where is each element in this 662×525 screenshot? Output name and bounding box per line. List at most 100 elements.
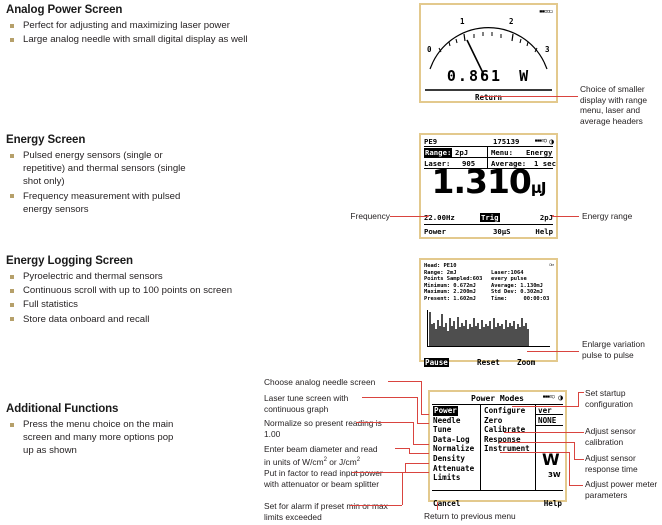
menu-item-power[interactable]: Power	[433, 406, 458, 416]
leader-line	[356, 422, 413, 423]
softkey-zoom[interactable]: Zoom	[517, 358, 535, 367]
callout-smaller-display: Choice of smaller display with range men…	[580, 84, 648, 126]
stat-points: Points Sampled:603	[424, 276, 483, 283]
leader-line	[402, 472, 403, 505]
energy-reading: 1.310µJ	[421, 163, 556, 207]
logging-left-stats: Head: PE10 Range: 2mJ Points Sampled:603…	[424, 263, 482, 303]
leader-line	[405, 463, 406, 472]
contrast-icon: ◑	[558, 393, 563, 402]
menu-item-zero[interactable]: Zero	[484, 416, 530, 426]
leader-line	[578, 392, 579, 407]
stat-present: Present: 1.602mJ	[424, 295, 476, 302]
callout-energy-range: Energy range	[582, 211, 633, 221]
section-analog-power-screen: Analog Power Screen Perfect for adjustin…	[6, 4, 306, 47]
softkey-power[interactable]: Power	[424, 227, 446, 236]
leader-line	[350, 505, 402, 506]
stat-head: Head: PE10	[424, 263, 457, 269]
leader-line	[499, 442, 574, 443]
leader-line	[388, 381, 421, 382]
menu-item-calibrate[interactable]: Calibrate	[484, 425, 530, 435]
list-item: Continuous scroll with up to 100 points …	[6, 284, 281, 297]
callout-adjust-sensor-calibration: Adjust sensor calibration	[585, 426, 636, 447]
menu-value[interactable]: Energy	[526, 148, 552, 157]
range-value[interactable]: 2pJ	[455, 148, 468, 157]
callout-beam-diameter-line2: in units of W/cm	[264, 456, 324, 467]
leader-line	[578, 392, 584, 393]
callout-return-previous-menu: Return to previous menu	[424, 511, 516, 521]
energy-screen[interactable]: PE9 175139 ▪▪▪▫○ ◑ Range: 2pJ Menu: Ener…	[419, 133, 558, 239]
scale-label-0: 0	[427, 45, 432, 54]
divider	[535, 405, 536, 490]
callout-beam-diameter: Enter beam diameter and read in units of…	[264, 444, 409, 467]
callout-adjust-power-meter-parameters: Adjust power meter parameters	[585, 479, 658, 500]
menu-item-configure[interactable]: Configure	[484, 406, 530, 416]
leader-line	[352, 472, 405, 473]
callout-frequency: Frequency	[350, 211, 390, 221]
menu-item-tune[interactable]: Tune	[433, 425, 474, 435]
section-title: Analog Power Screen	[6, 4, 123, 16]
menu-item-density[interactable]: Density	[433, 454, 474, 464]
leader-line	[437, 502, 438, 510]
leader-line	[574, 442, 575, 459]
logging-lcd: ▫▭ Head: PE10 Range: 2mJ Points Sampled:…	[421, 260, 556, 367]
list-item: Pyroelectric and thermal sensors	[6, 270, 281, 283]
section-title: Additional Functions	[6, 403, 119, 415]
leader-line	[569, 452, 570, 485]
serial-number: 175139	[493, 137, 520, 146]
menu-column-settings[interactable]: Configure Zero Calibrate Response Instru…	[484, 406, 530, 454]
callout-adjust-sensor-response-time: Adjust sensor response time	[585, 453, 638, 474]
menu-column-modes[interactable]: Power Needle Tune Data-Log Normalize Den…	[433, 406, 474, 483]
menu-item-data-log[interactable]: Data-Log	[433, 435, 474, 445]
leader-line	[409, 453, 429, 454]
softkey-help[interactable]: Help	[535, 227, 553, 236]
leader-line	[395, 448, 409, 449]
softkey-return[interactable]: Return	[421, 93, 556, 102]
leader-line	[413, 444, 429, 445]
stat-minimum: Minimum: 0.672mJ	[424, 282, 476, 289]
softkey-help[interactable]: Help	[544, 499, 562, 508]
digital-unit: W	[519, 67, 531, 85]
menu-item-limits[interactable]: Limits	[433, 473, 474, 483]
leader-line	[390, 216, 428, 217]
list-item: Pulsed energy sensors (single or repetit…	[6, 149, 191, 189]
menu-item-normalize[interactable]: Normalize	[433, 444, 474, 454]
leader-line	[569, 485, 583, 486]
analog-lcd: ▪▪▫▫▭ 0 1 2 3 0.861 W Return	[421, 5, 556, 102]
leader-line	[512, 406, 578, 407]
leader-line	[504, 432, 584, 433]
softkey-pulsewidth[interactable]: 30µS	[493, 227, 511, 236]
energy-lcd: PE9 175139 ▪▪▪▫○ ◑ Range: 2pJ Menu: Ener…	[421, 135, 556, 237]
menu-item-needle[interactable]: Needle	[433, 416, 474, 426]
analog-digital-readout: 0.861 W	[421, 67, 556, 85]
leader-line	[574, 459, 584, 460]
bullet-list: Pulsed energy sensors (single or repetit…	[6, 149, 191, 216]
logging-graph[interactable]	[427, 310, 550, 347]
softkey-reset[interactable]: Reset	[477, 358, 500, 367]
list-item: Full statistics	[6, 298, 281, 311]
menu-label[interactable]: Menu:	[491, 148, 513, 157]
leader-dot	[427, 215, 429, 217]
callout-enlarge-variation: Enlarge variation pulse to pulse	[582, 339, 645, 360]
superscript-2: 2	[356, 456, 361, 463]
digital-value: 0.861	[446, 67, 503, 85]
divider	[432, 404, 563, 405]
battery-icon: ▪▪▪▫○	[542, 394, 555, 400]
energy-logging-screen[interactable]: ▫▭ Head: PE10 Range: 2mJ Points Sampled:…	[419, 258, 558, 367]
analog-power-screen[interactable]: ▪▪▫▫▭ 0 1 2 3 0.861 W Return	[419, 3, 558, 103]
reading-value: 1.310	[431, 162, 531, 201]
divider	[432, 490, 563, 491]
scale-label-3: 3	[545, 45, 550, 54]
divider	[424, 157, 553, 158]
leader-line	[421, 381, 422, 414]
menu-item-attenuate[interactable]: Attenuate	[433, 464, 474, 474]
softkey-pause[interactable]: Pause	[424, 358, 449, 367]
section-title: Energy Logging Screen	[6, 255, 133, 267]
range-label[interactable]: Range:	[424, 148, 453, 157]
callout-beam-diameter-line3: or J/cm	[326, 456, 357, 467]
leader-line	[527, 351, 579, 352]
divider	[425, 89, 552, 91]
callout-beam-diameter-line1: Enter beam diameter and read	[264, 444, 378, 454]
section-title: Energy Screen	[6, 134, 86, 146]
leader-line	[480, 96, 578, 97]
leader-line	[417, 423, 429, 424]
